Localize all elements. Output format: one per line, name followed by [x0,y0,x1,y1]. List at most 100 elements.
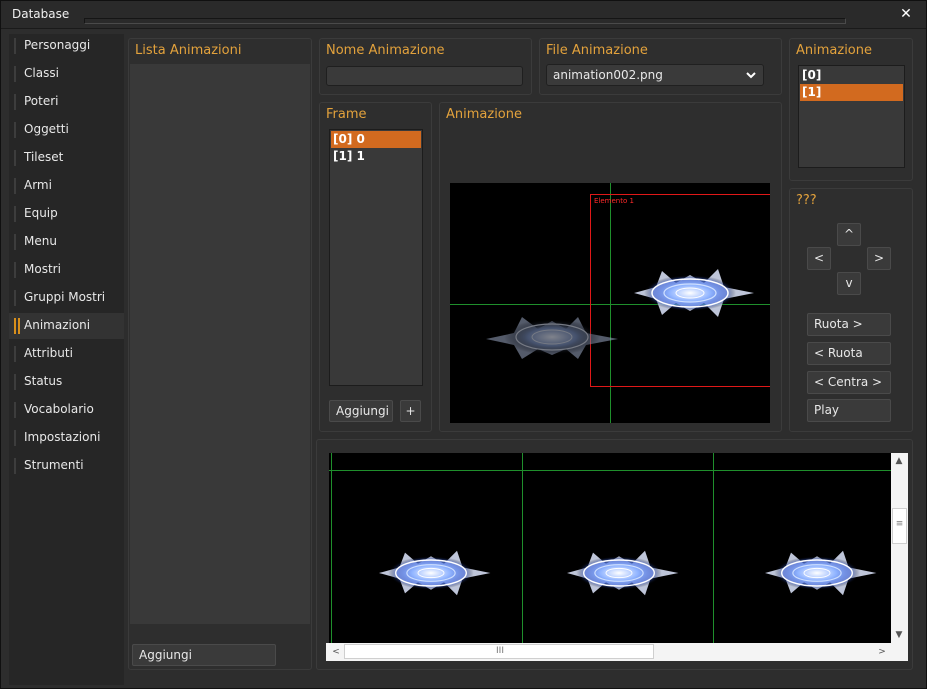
center-button[interactable]: < Centra > [807,371,891,394]
sidebar-indicator [14,430,16,446]
grip-icon: ≡ [895,519,904,529]
scroll-v-thumb[interactable]: ≡ [892,508,907,544]
strip-horizontal-guide [329,470,891,471]
frame-plus-button[interactable]: + [400,400,421,422]
sidebar-indicator-secondary [18,94,20,110]
sidebar-item-label: Attributi [24,346,73,360]
sidebar-indicator-secondary [18,150,20,166]
rotate-right-button[interactable]: Ruota > [807,313,891,336]
sidebar-item-status[interactable]: Status [9,369,124,395]
sidebar-indicator-secondary [18,458,20,474]
move-down-button[interactable]: v [837,272,861,295]
rotate-left-button[interactable]: < Ruota [807,342,891,365]
list-item[interactable]: [1] 1 [331,148,421,165]
file-animazione-value: animation002.png [553,68,663,82]
animation-preview-canvas[interactable]: Elemento 1 [450,183,770,423]
close-button[interactable]: ✕ [897,5,915,23]
frame-listbox[interactable]: [0] 0 [1] 1 [329,129,423,386]
animazione-preview-panel: Animazione Elemento 1 [439,102,782,432]
strip-divider-2 [713,453,714,643]
animazione-listbox[interactable]: [0] [1] [798,65,905,168]
sidebar-indicator [14,262,16,278]
sidebar-item-tileset[interactable]: Tileset [9,145,124,171]
sidebar-indicator-secondary [18,346,20,362]
strip-vertical-scrollbar[interactable]: ▲ ≡ ▼ [891,453,908,643]
animation-sprite-frame-0 [486,317,618,359]
sidebar-item-impostazioni[interactable]: Impostazioni [9,425,124,451]
sidebar-indicator-secondary [18,206,20,222]
scroll-h-thumb[interactable]: III [344,644,654,659]
nome-animazione-title: Nome Animazione [326,43,445,58]
animation-sprite-frame-1 [634,269,754,317]
sidebar-item-label: Vocabolario [24,402,94,416]
strip-sprite-3 [765,550,877,596]
sidebar-indicator [14,94,16,110]
animazione-list-panel: Animazione [0] [1] [789,38,913,181]
sidebar-item-menu[interactable]: Menu [9,229,124,255]
frame-strip-canvas[interactable] [329,453,891,643]
sidebar-item-label: Mostri [24,262,61,276]
sidebar-item-classi[interactable]: Classi [9,61,124,87]
window-title: Database [12,7,70,21]
grip-icon-horizontal: III [496,646,504,656]
sidebar-item-label: Strumenti [24,458,84,472]
scroll-up-arrow[interactable]: ▲ [891,453,907,469]
sidebar-item-equip[interactable]: Equip [9,201,124,227]
sidebar-item-attributi[interactable]: Attributi [9,341,124,367]
sidebar-item-label: Menu [24,234,57,248]
lista-add-button[interactable]: Aggiungi [132,644,276,666]
database-window: Database ✕ Personaggi Classi Poteri Oggetti… [0,0,927,689]
sidebar-item-strumenti[interactable]: Strumenti [9,453,124,479]
move-left-button[interactable]: < [807,247,831,270]
file-animazione-panel: File Animazione animation002.png [539,38,782,95]
strip-sprite-1 [379,550,491,596]
sidebar-indicator [14,374,16,390]
sidebar-item-label: Armi [24,178,52,192]
sidebar-indicator-secondary [18,430,20,446]
sidebar-indicator [14,234,16,250]
file-animazione-select[interactable]: animation002.png [546,64,764,86]
frame-add-button[interactable]: Aggiungi [329,400,393,422]
play-button[interactable]: Play [807,399,891,422]
nome-animazione-input[interactable] [326,66,523,86]
scroll-down-arrow[interactable]: ▼ [891,627,907,643]
close-icon: ✕ [900,6,912,22]
strip-divider-0 [331,453,332,643]
sidebar-indicator [14,290,16,306]
sidebar-indicator-secondary [18,402,20,418]
sidebar-indicator-secondary [18,38,20,54]
strip-horizontal-scrollbar[interactable]: < III > [326,643,908,661]
move-up-button[interactable]: ^ [837,223,861,246]
sidebar-indicator-secondary [18,374,20,390]
sidebar-item-label: Gruppi Mostri [24,290,106,304]
sidebar-item-label: Personaggi [24,38,91,52]
scroll-right-arrow[interactable]: > [874,644,890,660]
list-item[interactable]: [0] [800,67,903,84]
sidebar-item-armi[interactable]: Armi [9,173,124,199]
frame-strip-panel: ▲ ≡ ▼ < III > [316,439,913,670]
sidebar-item-vocabolario[interactable]: Vocabolario [9,397,124,423]
sidebar-item-poteri[interactable]: Poteri [9,89,124,115]
strip-divider-1 [522,453,523,643]
sidebar-item-label: Animazioni [24,318,91,332]
sidebar-item-oggetti[interactable]: Oggetti [9,117,124,143]
sidebar-indicator-secondary [18,290,20,306]
sidebar-item-animazioni[interactable]: Animazioni [9,313,124,339]
sidebar-indicator [14,402,16,418]
sidebar-item-personaggi[interactable]: Personaggi [9,33,124,59]
title-bar-groove [84,18,846,24]
sidebar-indicator [14,122,16,138]
sidebar-indicator [14,346,16,362]
sidebar: Personaggi Classi Poteri Oggetti Tileset Armi… [9,34,124,685]
chevron-down-icon [743,65,759,85]
sidebar-item-label: Tileset [24,150,64,164]
list-item[interactable]: [0] 0 [331,131,421,148]
sidebar-item-mostri[interactable]: Mostri [9,257,124,283]
sidebar-indicator-secondary [18,122,20,138]
lista-animazioni-list[interactable] [130,64,310,624]
scroll-left-arrow[interactable]: < [328,644,344,660]
list-item[interactable]: [1] [800,84,903,101]
sidebar-item-label: Equip [24,206,58,220]
sidebar-item-gruppi-mostri[interactable]: Gruppi Mostri [9,285,124,311]
move-right-button[interactable]: > [867,247,891,270]
